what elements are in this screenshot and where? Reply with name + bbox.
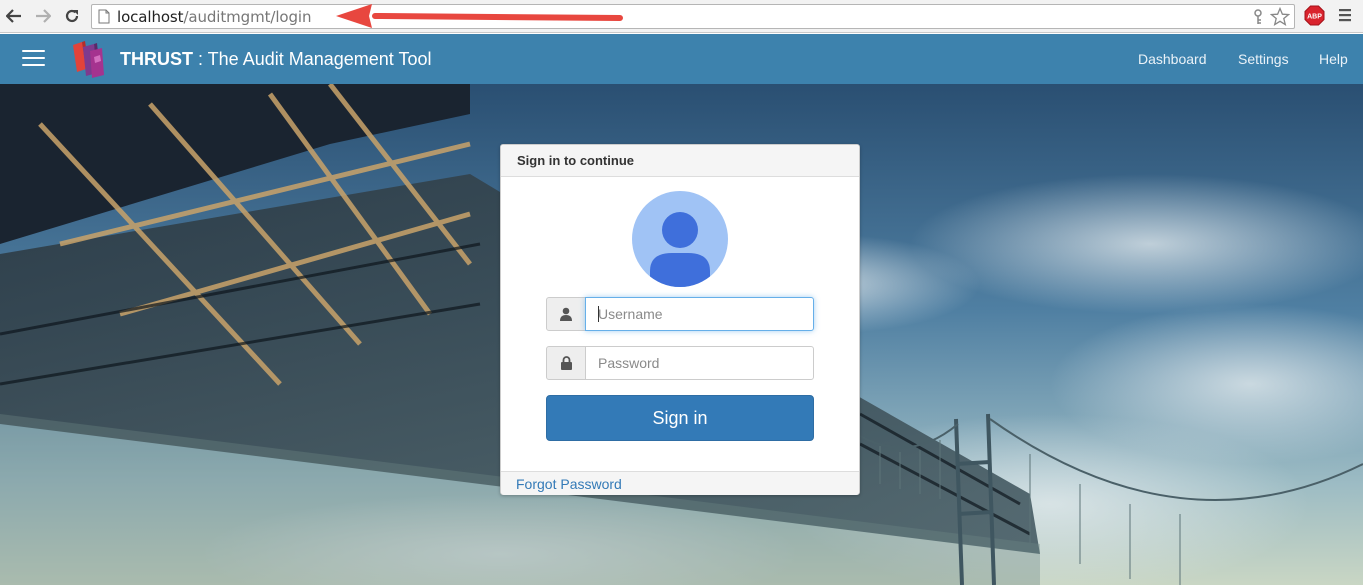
panel-footer: Forgot Password	[501, 471, 859, 495]
address-bar[interactable]: localhost/auditmgmt/login	[91, 4, 1295, 29]
nav-dashboard[interactable]: Dashboard	[1138, 51, 1207, 67]
password-input[interactable]	[585, 346, 814, 380]
page-icon	[98, 9, 110, 24]
back-arrow-icon[interactable]	[3, 5, 25, 27]
books-logo-icon	[73, 41, 104, 78]
username-input[interactable]	[585, 297, 814, 331]
app-header: THRUST : The Audit Management Tool Dashb…	[0, 34, 1363, 84]
forgot-password-link[interactable]: Forgot Password	[516, 476, 622, 492]
reload-icon[interactable]	[61, 5, 83, 27]
login-panel: Sign in to continue Sign in Forgot Passw…	[500, 144, 860, 495]
star-icon[interactable]	[1270, 7, 1290, 27]
browser-toolbar: localhost/auditmgmt/login ABP	[0, 0, 1363, 33]
key-icon[interactable]	[1252, 9, 1264, 25]
abp-icon[interactable]: ABP	[1304, 5, 1325, 26]
text-caret	[598, 306, 599, 322]
url-path: /auditmgmt/login	[183, 8, 312, 26]
hamburger-icon[interactable]	[22, 50, 45, 68]
brand-name: THRUST	[120, 49, 193, 69]
user-icon	[546, 297, 586, 331]
panel-heading: Sign in to continue	[501, 145, 859, 177]
lock-icon	[546, 346, 586, 380]
nav-help[interactable]: Help	[1319, 51, 1348, 67]
sign-in-button[interactable]: Sign in	[546, 395, 814, 441]
abp-label: ABP	[1307, 14, 1322, 21]
url-host: localhost	[117, 8, 184, 26]
menu-icon[interactable]	[1338, 8, 1352, 22]
user-avatar-icon	[632, 191, 728, 287]
app-title: THRUST : The Audit Management Tool	[120, 49, 432, 70]
username-group	[546, 297, 814, 331]
panel-title: Sign in to continue	[517, 153, 634, 168]
forward-arrow-icon[interactable]	[32, 5, 54, 27]
url-text: localhost/auditmgmt/login	[117, 8, 311, 26]
password-group	[546, 346, 814, 380]
app-tagline: : The Audit Management Tool	[193, 49, 432, 69]
nav-settings[interactable]: Settings	[1238, 51, 1289, 67]
